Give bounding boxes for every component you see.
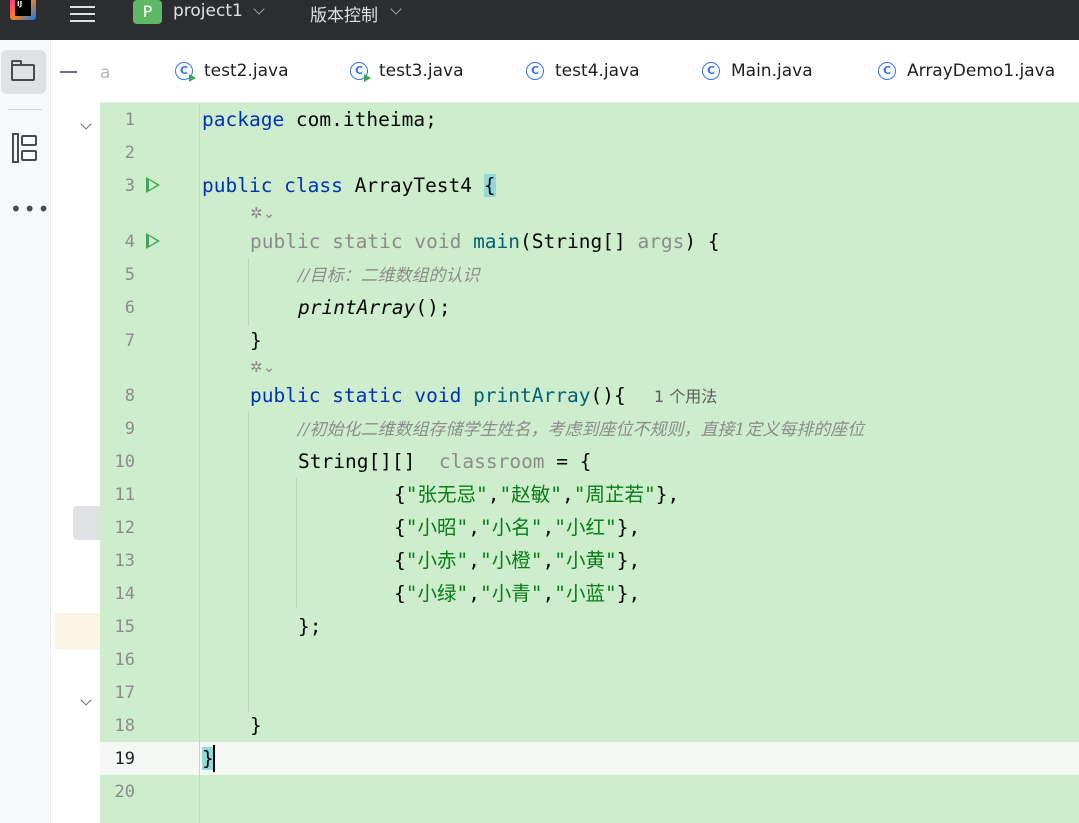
selected-tree-item[interactable] xyxy=(73,506,101,540)
current-line-highlight xyxy=(100,742,1079,775)
run-main-icon[interactable] xyxy=(146,233,160,249)
tab-label: ArrayDemo1.java xyxy=(907,61,1056,81)
line-number: 15 xyxy=(114,617,135,637)
line-number: 10 xyxy=(114,452,135,472)
code-line: }; xyxy=(298,615,322,638)
chevron-down-icon[interactable] xyxy=(80,118,92,130)
code-line: public static void printArray(){ xyxy=(250,384,626,407)
line-number: 4 xyxy=(124,232,135,252)
project-panel xyxy=(50,40,101,823)
project-selector[interactable]: project1 xyxy=(173,1,243,21)
java-class-runnable-icon: C xyxy=(175,62,196,82)
project-badge[interactable]: P xyxy=(133,0,162,24)
code-line: public class ArrayTest4 { xyxy=(202,174,496,197)
code-line: } xyxy=(202,747,214,770)
gutter-divider xyxy=(199,103,200,823)
code-array-row: {"小绿","小青","小蓝"}, xyxy=(394,582,641,605)
divider xyxy=(8,109,42,110)
line-number: 6 xyxy=(124,298,135,318)
line-number: 14 xyxy=(114,584,135,604)
tab-label: test2.java xyxy=(204,61,289,81)
line-number: 1 xyxy=(124,110,135,130)
tool-window-strip: ••• xyxy=(0,40,50,823)
more-icon[interactable]: ••• xyxy=(10,197,51,221)
tab-label: test3.java xyxy=(379,61,464,81)
chevron-down-icon[interactable] xyxy=(253,3,265,15)
code-line: package com.itheima; xyxy=(202,108,437,131)
chevron-down-icon[interactable] xyxy=(80,694,92,706)
tab-partial[interactable]: a xyxy=(100,63,110,83)
usages-hint[interactable]: 1 个用法 xyxy=(654,385,717,409)
tab-label: Main.java xyxy=(731,61,813,81)
vcs-widget[interactable]: 版本控制 xyxy=(310,1,378,26)
project-tool-button[interactable] xyxy=(1,50,46,94)
structure-icon[interactable] xyxy=(11,132,39,164)
run-class-icon[interactable] xyxy=(146,177,160,193)
line-number: 20 xyxy=(114,782,135,802)
code-comment: //目标：二维数组的认识 xyxy=(298,266,480,286)
code-line: String[][] classroom = { xyxy=(298,450,592,473)
indent-guide xyxy=(296,478,297,608)
line-number: 12 xyxy=(114,518,135,538)
ai-assistant-icon[interactable]: ✲⌄ xyxy=(250,204,275,222)
java-class-icon: C xyxy=(702,62,720,80)
minimize-icon[interactable] xyxy=(60,71,77,73)
ai-assistant-icon[interactable]: ✲⌄ xyxy=(250,358,275,376)
line-number: 18 xyxy=(114,716,135,736)
tab-label: test4.java xyxy=(555,61,640,81)
line-number: 13 xyxy=(114,551,135,571)
intellij-logo-icon[interactable]: IJ xyxy=(10,0,36,20)
code-array-row: {"小赤","小橙","小黄"}, xyxy=(394,549,641,572)
code-array-row: {"小昭","小名","小红"}, xyxy=(394,516,641,539)
java-class-icon: C xyxy=(526,62,544,80)
code-line: printArray(); xyxy=(298,296,451,319)
code-line: } xyxy=(250,329,262,352)
highlighted-tree-row[interactable] xyxy=(55,613,101,649)
line-number: 8 xyxy=(124,386,135,406)
java-class-icon: C xyxy=(878,62,896,80)
line-number: 16 xyxy=(114,650,135,670)
line-number: 9 xyxy=(124,419,135,439)
code-array-row: {"张无忌","赵敏","周芷若"}, xyxy=(394,483,680,506)
java-class-runnable-icon: C xyxy=(350,62,371,82)
chevron-down-icon[interactable] xyxy=(390,3,402,15)
line-number: 11 xyxy=(114,485,135,505)
line-number: 5 xyxy=(124,265,135,285)
line-number: 3 xyxy=(124,176,135,196)
code-line: } xyxy=(250,714,262,737)
code-comment: //初始化二维数组存储学生姓名，考虑到座位不规则，直接1定义每排的座位 xyxy=(298,420,865,440)
line-number: 7 xyxy=(124,331,135,351)
folder-icon xyxy=(11,64,35,81)
text-caret xyxy=(213,745,215,772)
code-line: public static void main(String[] args) { xyxy=(250,230,720,253)
indent-guide xyxy=(248,258,249,326)
line-number: 17 xyxy=(114,683,135,703)
main-menu-icon[interactable] xyxy=(70,2,96,24)
line-number: 2 xyxy=(124,143,135,163)
indent-guide xyxy=(248,412,249,712)
title-bar: IJ P project1 版本控制 xyxy=(0,0,1079,40)
line-number: 19 xyxy=(114,749,135,769)
